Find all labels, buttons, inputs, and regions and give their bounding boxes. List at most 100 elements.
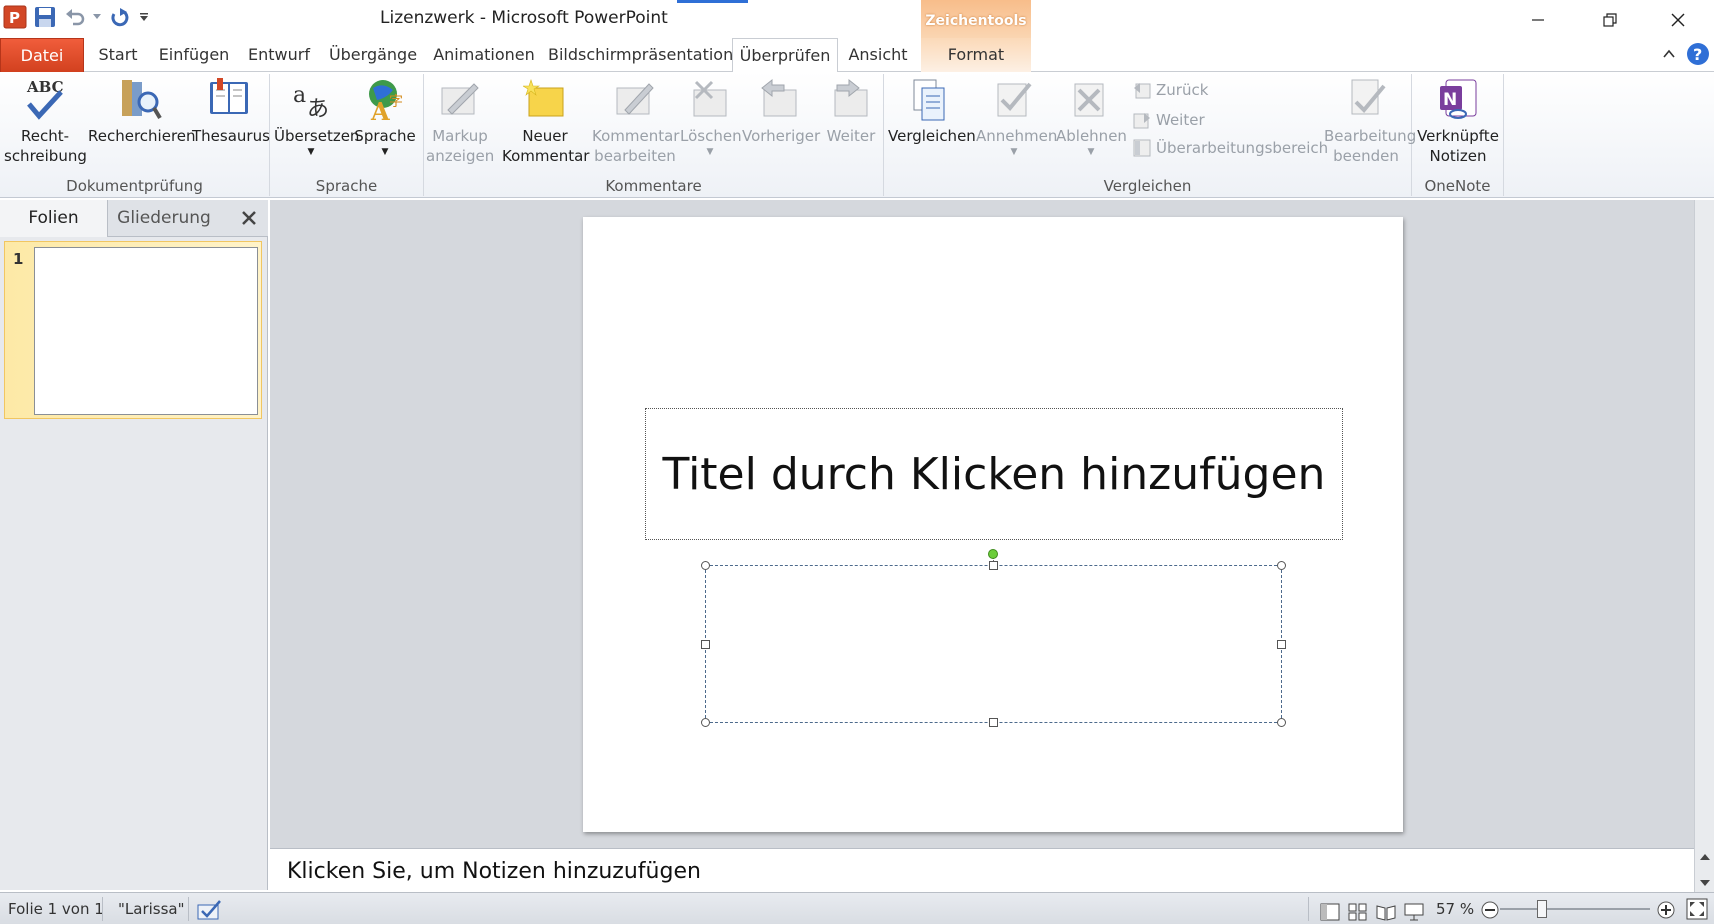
rechtschreibung-button[interactable]: ABC Recht- schreibung (4, 76, 87, 166)
fit-to-window-icon[interactable] (1686, 898, 1708, 924)
tab-einfuegen[interactable]: Einfügen (156, 38, 232, 72)
ueberarbeitungsbereich-button[interactable]: Überarbeitungsbereich (1132, 134, 1328, 162)
restore-button[interactable] (1574, 0, 1646, 40)
notes-pane[interactable]: Klicken Sie, um Notizen hinzuzufügen (270, 848, 1694, 892)
svg-text:字: 字 (389, 94, 403, 110)
reading-view-icon[interactable] (1376, 900, 1396, 924)
resize-handle-left[interactable] (701, 640, 710, 649)
weiter-kommentar-button[interactable]: Weiter (822, 76, 880, 146)
svg-text:A: A (370, 97, 390, 122)
zoom-out-icon[interactable] (1480, 899, 1500, 924)
resize-handle-bottom-right[interactable] (1277, 718, 1286, 727)
slide-thumbnail[interactable] (34, 247, 258, 415)
ablehnen-button[interactable]: Ablehnen ▼ (1056, 76, 1127, 158)
title-bar: P Lizenzwerk - Microsoft PowerPoint Zeic… (0, 0, 1714, 44)
reviewing-pane-icon (1133, 139, 1151, 157)
tab-bildschirmpraesentation[interactable]: Bildschirmpräsentation (548, 38, 733, 72)
subtitle-placeholder[interactable] (701, 561, 1286, 727)
undo-dropdown-icon[interactable] (92, 4, 102, 30)
theme-name-status[interactable]: "Larissa" (118, 893, 185, 924)
slides-pane-tabs: Folien Gliederung (0, 200, 268, 237)
tab-start[interactable]: Start (92, 38, 144, 72)
resize-handle-top[interactable] (989, 561, 998, 570)
spellcheck-icon: ABC (26, 78, 64, 120)
powerpoint-app-icon[interactable]: P (2, 4, 28, 30)
tab-uebergaenge[interactable]: Übergänge (326, 38, 420, 72)
neuer-kommentar-button[interactable]: Neuer Kommentar (502, 76, 589, 166)
loeschen-label: Löschen (680, 127, 742, 145)
thesaurus-button[interactable]: Thesaurus (192, 76, 270, 146)
delete-comment-icon (693, 80, 727, 117)
reject-change-icon (1074, 83, 1104, 117)
notes-scrollbar[interactable] (1694, 848, 1714, 892)
minimize-ribbon-icon[interactable] (1662, 47, 1676, 65)
annehmen-button[interactable]: Annehmen ▼ (976, 76, 1057, 158)
rotation-handle[interactable] (988, 549, 998, 559)
help-area: ? (1662, 42, 1710, 70)
help-icon[interactable]: ? (1686, 42, 1710, 70)
weiter-change-button[interactable]: Weiter (1132, 106, 1205, 134)
group-label-kommentare: Kommentare (605, 177, 702, 195)
undo-icon[interactable] (62, 4, 88, 30)
tab-datei[interactable]: Datei (0, 38, 84, 72)
previous-change-icon (1134, 83, 1151, 99)
uebersetzen-button[interactable]: aあ Übersetzen ▼ (274, 76, 359, 158)
slide-sorter-view-icon[interactable] (1348, 900, 1368, 924)
weiter-kommentar-label: Weiter (826, 127, 876, 145)
status-bar: Folie 1 von 1 "Larissa" 57 % (0, 892, 1714, 924)
recherchieren-button[interactable]: Recherchieren (88, 76, 196, 146)
resize-handle-bottom-left[interactable] (701, 718, 710, 727)
resize-handle-bottom[interactable] (989, 718, 998, 727)
kommentar-bearbeiten-button[interactable]: Kommentar bearbeiten (592, 76, 679, 166)
resize-handle-right[interactable] (1277, 640, 1286, 649)
workspace-vertical-scrollbar[interactable] (1694, 200, 1714, 848)
slide-canvas[interactable]: Titel durch Klicken hinzufügen (583, 217, 1403, 832)
zurueck-button[interactable]: Zurück (1132, 76, 1208, 104)
status-separator (1308, 897, 1309, 921)
ueberarbeitungsbereich-label: Überarbeitungsbereich (1156, 139, 1329, 157)
tab-entwurf[interactable]: Entwurf (244, 38, 314, 72)
accept-change-icon (997, 82, 1032, 117)
zoom-slider-thumb[interactable] (1537, 900, 1547, 918)
close-button[interactable] (1642, 0, 1714, 40)
sprache-button[interactable]: A字 Sprache ▼ (350, 76, 420, 158)
verknuepfte-notizen-button[interactable]: N Verknüpfte Notizen (1414, 76, 1502, 166)
zurueck-label: Zurück (1156, 81, 1209, 99)
quick-access-toolbar: P (2, 2, 152, 32)
bearbeitung-beenden-label-1: Bearbeitung (1324, 127, 1417, 145)
bearbeitung-beenden-button[interactable]: Bearbeitung beenden (1324, 76, 1416, 166)
title-placeholder-text: Titel durch Klicken hinzufügen (662, 448, 1326, 500)
pane-close-icon[interactable] (238, 207, 260, 229)
slideshow-view-icon[interactable] (1404, 900, 1424, 924)
proofing-status-icon[interactable] (196, 897, 222, 924)
loeschen-button[interactable]: Löschen ▼ (680, 76, 742, 158)
tab-animationen[interactable]: Animationen (432, 38, 536, 72)
tab-format[interactable]: Format (921, 38, 1031, 72)
customize-qat-icon[interactable] (136, 4, 152, 30)
zoom-in-icon[interactable] (1656, 899, 1676, 924)
resize-handle-top-right[interactable] (1277, 561, 1286, 570)
kommentar-bearbeiten-label-2: bearbeiten (594, 147, 676, 165)
minimize-button[interactable] (1502, 0, 1574, 40)
save-icon[interactable] (32, 4, 58, 30)
tab-gliederung[interactable]: Gliederung (110, 200, 218, 237)
tab-ansicht[interactable]: Ansicht (846, 38, 910, 72)
zoom-level[interactable]: 57 % (1436, 893, 1474, 924)
vergleichen-button[interactable]: Vergleichen (888, 76, 976, 146)
title-placeholder[interactable]: Titel durch Klicken hinzufügen (645, 408, 1343, 540)
markup-anzeigen-button[interactable]: Markup anzeigen (426, 76, 494, 166)
vorheriger-button[interactable]: Vorheriger (742, 76, 820, 146)
vergleichen-small-buttons: Zurück Weiter Überarbeitungsbereich (1132, 74, 1328, 170)
zoom-slider-track[interactable] (1500, 908, 1650, 910)
tab-ueberpruefen[interactable]: Überprüfen (732, 38, 838, 73)
notes-scroll-arrows-icon (1700, 854, 1710, 886)
slide-count-status[interactable]: Folie 1 von 1 (8, 893, 104, 924)
window-title: Lizenzwerk - Microsoft PowerPoint (380, 8, 668, 28)
markup-icon (441, 83, 479, 115)
end-review-icon (1351, 79, 1386, 115)
resize-handle-top-left[interactable] (701, 561, 710, 570)
normal-view-icon[interactable] (1320, 900, 1340, 924)
slide-thumbnail-item[interactable]: 1 (4, 241, 262, 419)
tab-folien[interactable]: Folien (0, 200, 108, 237)
redo-icon[interactable] (106, 4, 132, 30)
